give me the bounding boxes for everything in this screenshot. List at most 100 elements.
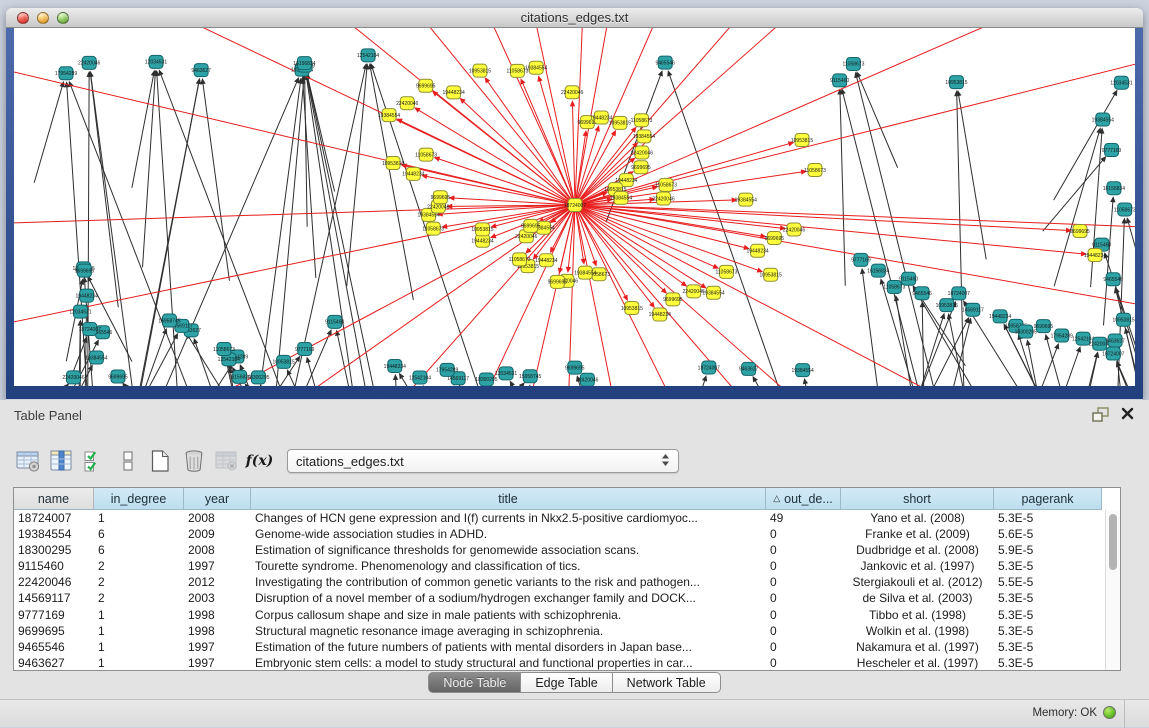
svg-text:17954289: 17954289 xyxy=(436,368,458,374)
table-row[interactable]: 2242004622012Investigating the contribut… xyxy=(14,574,1120,590)
table-mode-icon[interactable] xyxy=(14,447,43,475)
status-bar: Memory: OK xyxy=(0,699,1149,727)
svg-text:19448234: 19448234 xyxy=(471,239,493,245)
combo-stepper-icon xyxy=(661,453,670,470)
table-cell: 5.3E-5 xyxy=(994,590,1102,606)
table-cell: 9463627 xyxy=(14,655,94,671)
svg-text:22420046: 22420046 xyxy=(631,150,653,156)
svg-text:9115460: 9115460 xyxy=(830,78,849,84)
create-column-icon[interactable] xyxy=(146,447,175,475)
table-row[interactable]: 1830029562008Estimation of significance … xyxy=(14,542,1120,558)
svg-text:11058673: 11058673 xyxy=(804,168,826,174)
svg-text:9699695: 9699695 xyxy=(521,224,541,230)
table-select[interactable]: citations_edges.txt xyxy=(287,449,679,473)
table-row[interactable]: 977716911998Corpus callosum shape and si… xyxy=(14,607,1120,623)
svg-text:19384554: 19384554 xyxy=(792,368,814,374)
svg-text:11058673: 11058673 xyxy=(883,285,905,291)
column-header-year[interactable]: year xyxy=(184,488,251,510)
close-window-button[interactable] xyxy=(17,12,29,24)
table-panel: Table Panel f(x) xyxy=(0,400,1149,727)
column-header-title[interactable]: title xyxy=(251,488,766,510)
svg-text:19448234: 19448234 xyxy=(76,293,98,299)
hide-columns-icon[interactable] xyxy=(113,447,142,475)
network-view-frame: 1830029596996951795428912542104224200469… xyxy=(6,28,1143,399)
table-cell: 14569117 xyxy=(14,590,94,606)
table-cell: Stergiakouli et al. (2012) xyxy=(841,574,994,590)
window-titlebar[interactable]: citations_edges.txt xyxy=(6,8,1143,28)
svg-text:9699695: 9699695 xyxy=(631,165,651,171)
table-cell: 9465546 xyxy=(14,639,94,655)
table-row[interactable]: 1938455462009Genome-wide association stu… xyxy=(14,526,1120,542)
network-view-window: citations_edges.txt 18300295969969517954… xyxy=(6,8,1143,400)
svg-text:9699695: 9699695 xyxy=(108,374,128,380)
svg-text:9699695: 9699695 xyxy=(565,365,585,371)
table-cell: 1 xyxy=(94,623,184,639)
memory-ok-icon[interactable] xyxy=(1103,706,1116,719)
minimize-window-button[interactable] xyxy=(37,12,49,24)
table-cell: 2009 xyxy=(184,526,251,542)
table-row[interactable]: 1456911722003Disruption of a novel membe… xyxy=(14,590,1120,606)
table-row[interactable]: 946554611997Estimation of the future num… xyxy=(14,639,1120,655)
tab-edge-table[interactable]: Edge Table xyxy=(521,672,612,693)
delete-table-icon[interactable] xyxy=(212,447,241,475)
table-cell: 0 xyxy=(766,655,841,671)
table-row[interactable]: 1872400712008Changes of HCN gene express… xyxy=(14,510,1120,526)
column-header-outde[interactable]: △out_de... xyxy=(766,488,841,510)
table-cell: Tibbo et al. (1998) xyxy=(841,607,994,623)
svg-text:9699695: 9699695 xyxy=(1034,324,1054,330)
svg-text:11058673: 11058673 xyxy=(509,257,531,263)
tab-node-table[interactable]: Node Table xyxy=(428,672,521,693)
select-columns-icon[interactable] xyxy=(80,447,109,475)
table-cell: 1 xyxy=(94,510,184,526)
svg-text:12542104: 12542104 xyxy=(218,357,240,363)
close-panel-icon[interactable] xyxy=(1121,407,1134,425)
memory-status-label: Memory: OK xyxy=(1032,707,1097,719)
svg-text:19384554: 19384554 xyxy=(702,291,724,297)
table-cell: 0 xyxy=(766,623,841,639)
svg-text:10953815: 10953815 xyxy=(945,80,967,86)
column-header-pagerank[interactable]: pagerank xyxy=(994,488,1102,510)
table-row[interactable]: 946362711997Embryonic stem cells: a mode… xyxy=(14,655,1120,671)
table-scrollbar-thumb[interactable] xyxy=(1109,514,1117,570)
table-cell: Dudbridge et al. (2008) xyxy=(841,542,994,558)
svg-text:11058673: 11058673 xyxy=(715,270,737,276)
table-cell: 5.6E-5 xyxy=(994,526,1102,542)
table-cell: 5.3E-5 xyxy=(994,510,1102,526)
float-panel-icon[interactable] xyxy=(1092,407,1109,427)
svg-text:19448234: 19448234 xyxy=(649,312,671,318)
table-cell: 2 xyxy=(94,574,184,590)
svg-text:22420046: 22420046 xyxy=(652,196,674,202)
tab-network-table[interactable]: Network Table xyxy=(613,672,721,693)
delete-column-icon[interactable] xyxy=(179,447,208,475)
svg-text:12542104: 12542104 xyxy=(357,53,379,59)
table-cell: 1 xyxy=(94,639,184,655)
table-row[interactable]: 911546021997Tourette syndrome. Phenomeno… xyxy=(14,558,1120,574)
table-scrollbar[interactable] xyxy=(1105,510,1120,670)
svg-text:10953815: 10953815 xyxy=(760,273,782,279)
svg-text:10953815: 10953815 xyxy=(621,306,643,312)
svg-text:11058673: 11058673 xyxy=(415,152,437,158)
table-row[interactable]: 969969511998Structural magnetic resonanc… xyxy=(14,623,1120,639)
svg-text:16156834: 16156834 xyxy=(229,375,251,381)
table-cell: 9115460 xyxy=(14,558,94,574)
table-cell: 2012 xyxy=(184,574,251,590)
function-builder-icon[interactable]: f(x) xyxy=(245,447,274,475)
column-header-short[interactable]: short xyxy=(841,488,994,510)
zoom-window-button[interactable] xyxy=(57,12,69,24)
network-canvas[interactable]: 1830029596996951795428912542104224200469… xyxy=(14,28,1135,386)
table-cell: 1 xyxy=(94,655,184,671)
column-header-indegree[interactable]: in_degree xyxy=(94,488,184,510)
table-panel-header: Table Panel xyxy=(0,400,1149,432)
table-cell: 2003 xyxy=(184,590,251,606)
show-columns-icon[interactable] xyxy=(47,447,76,475)
svg-text:10953815: 10953815 xyxy=(382,161,404,167)
table-cell: Genome-wide association studies in ADHD. xyxy=(251,526,766,542)
table-panel-title: Table Panel xyxy=(14,408,82,423)
svg-text:12034531: 12034531 xyxy=(69,309,91,315)
table-cell: Estimation of the future numbers of pati… xyxy=(251,639,766,655)
svg-text:9699695: 9699695 xyxy=(548,280,568,286)
table-cell: 0 xyxy=(766,542,841,558)
svg-text:16156834: 16156834 xyxy=(293,61,315,67)
column-header-name[interactable]: name xyxy=(14,488,94,510)
svg-text:11058673: 11058673 xyxy=(655,183,677,189)
